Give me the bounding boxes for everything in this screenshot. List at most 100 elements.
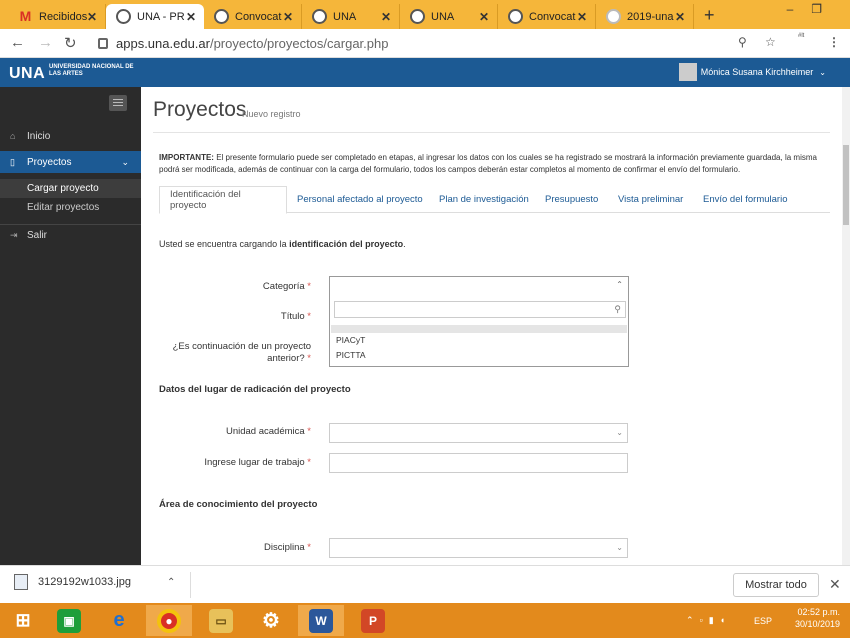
chevron-down-icon: ⌄ [819,67,826,77]
browser-tab[interactable]: 2019-una ✕ [596,4,694,29]
url-path: /proyecto/proyectos/cargar.php [209,35,389,51]
browser-tab[interactable]: UNA ✕ [302,4,400,29]
lock-icon [98,37,108,49]
notice-label: IMPORTANTE: [159,153,214,162]
browser-tab[interactable]: Convocat ✕ [204,4,302,29]
tab-label: Presupuesto [545,194,599,205]
dropdown-empty-option[interactable] [331,325,627,333]
required-mark: * [307,542,311,553]
sidebar-subitem-cargar[interactable]: Cargar proyecto [0,179,141,198]
form-tabs: Identificación del proyecto Personal afe… [159,186,830,214]
una-favicon-icon [214,9,229,24]
close-tab-icon[interactable]: ✕ [479,10,489,24]
tab-envio[interactable]: Envío del formulario [693,186,797,213]
tab-presupuesto[interactable]: Presupuesto [535,186,608,213]
chrome-icon[interactable]: ● [146,605,192,636]
una-logo[interactable]: UNA UNIVERSIDAD NACIONAL DE LAS ARTES [9,64,134,83]
dropdown-option[interactable]: PICTTA [336,350,366,360]
file-explorer-icon[interactable]: ▭ [198,605,244,636]
disciplina-select[interactable]: ⌄ [329,538,628,558]
tab-label: Recibidos [39,10,87,23]
required-mark: * [307,353,311,364]
page-scrollbar[interactable] [842,87,850,565]
tab-label: Envío del formulario [703,194,788,205]
menu-kebab-icon[interactable]: ⋮ [828,35,840,49]
close-icon[interactable]: ✕ [829,576,841,593]
browser-tab[interactable]: UNA ✕ [400,4,498,29]
browser-tab-active[interactable]: UNA - PR ✕ [106,4,204,29]
store-icon[interactable]: ▣ [46,605,92,636]
zoom-icon[interactable]: ⚲ [738,35,747,49]
search-icon: ⚲ [614,304,621,314]
sidebar-subitem-label: Cargar proyecto [27,183,99,194]
label-text: Disciplina [264,542,305,553]
image-file-icon [14,574,28,590]
categoria-select-dropdown[interactable]: ⌃ ⚲ PIACyT PICTTA [329,276,629,367]
tab-personal[interactable]: Personal afectado al proyecto [287,186,433,213]
forward-icon[interactable]: → [38,34,53,51]
label-text: anterior? [267,353,305,364]
sign-out-icon: ⇥ [10,229,18,240]
close-tab-icon[interactable]: ✕ [186,10,196,24]
categoria-label: Categoría * [201,281,311,293]
new-tab-icon[interactable]: + [704,5,715,26]
unidad-academica-select[interactable]: ⌄ [329,423,628,443]
sidebar-item-salir[interactable]: ⇥ Salir [0,224,141,246]
close-tab-icon[interactable]: ✕ [87,10,97,24]
tab-vista-preliminar[interactable]: Vista preliminar [608,186,693,213]
close-tab-icon[interactable]: ✕ [675,10,685,24]
address-bar: ← → ↻ apps.una.edu.ar/proyecto/proyectos… [0,29,850,58]
dropdown-option[interactable]: PIACyT [336,335,365,345]
sidebar: ⌂ Inicio ▯ Proyectos ⌄ Cargar proyecto E… [0,87,141,565]
tab-label: Convocat [529,10,576,23]
clock[interactable]: 02:52 p.m. 30/10/2019 [795,606,840,630]
show-all-button[interactable]: Mostrar todo [733,573,819,597]
sidebar-item-proyectos[interactable]: ▯ Proyectos ⌄ [0,151,141,173]
required-mark: * [307,281,311,292]
chevron-down-icon: ⌄ [616,543,623,552]
browser-tab-bar: M Recibidos ✕ UNA - PR ✕ Convocat ✕ UNA … [0,0,850,29]
lugar-trabajo-input[interactable] [329,453,628,473]
una-favicon-icon [508,9,523,24]
download-item[interactable]: 3129192w1033.jpg ⌃ [14,574,175,590]
edge-browser-icon[interactable]: e [96,605,142,636]
user-menu[interactable]: Mónica Susana Kirchheimer ⌄ [678,63,826,81]
word-icon[interactable]: W [298,605,344,636]
url-field[interactable]: apps.una.edu.ar/proyecto/proyectos/carga… [95,32,795,54]
tab-label: UNA [333,10,357,23]
close-tab-icon[interactable]: ✕ [577,10,587,24]
system-tray-icons[interactable]: ⌃▫▮◖ [686,615,731,626]
chevron-up-icon[interactable]: ⌃ [167,577,175,588]
powerpoint-icon[interactable]: P [350,605,396,636]
window-controls[interactable]: –❐ [787,2,840,16]
titulo-label: Título * [201,311,311,323]
required-mark: * [307,457,311,468]
sidebar-subitem-editar[interactable]: Editar proyectos [0,198,141,217]
categoria-select[interactable]: ⌃ [330,277,628,294]
browser-tab[interactable]: Convocat ✕ [498,4,596,29]
back-icon[interactable]: ← [10,34,25,51]
settings-gear-icon[interactable]: ⚙ [248,605,294,636]
dropdown-search-input[interactable]: ⚲ [334,301,626,318]
tab-identificacion[interactable]: Identificación del proyecto [159,186,287,214]
windows-start-icon[interactable]: ⊞ [0,605,46,636]
bookmark-star-icon[interactable]: ☆ [765,35,776,49]
close-tab-icon[interactable]: ✕ [283,10,293,24]
sidebar-item-label: Inicio [27,130,51,142]
hamburger-menu-icon[interactable] [109,95,127,111]
chevron-up-icon: ⌃ [616,280,623,289]
sidebar-item-inicio[interactable]: ⌂ Inicio [0,125,141,147]
tab-plan[interactable]: Plan de investigación [429,186,539,213]
extension-icon[interactable]: #lt [798,33,804,39]
reload-icon[interactable]: ↻ [64,34,77,52]
language-indicator[interactable]: ESP [754,616,772,626]
label-text: Unidad académica [225,426,305,437]
scrollbar-thumb[interactable] [843,145,849,225]
lugar-label: Ingrese lugar de trabajo * [161,457,311,469]
sidebar-item-label: Salir [27,229,48,241]
una-favicon-icon [410,9,425,24]
close-tab-icon[interactable]: ✕ [381,10,391,24]
page-title: Proyectos [153,98,247,121]
clock-date: 30/10/2019 [794,619,840,629]
browser-tab[interactable]: M Recibidos ✕ [8,4,106,29]
